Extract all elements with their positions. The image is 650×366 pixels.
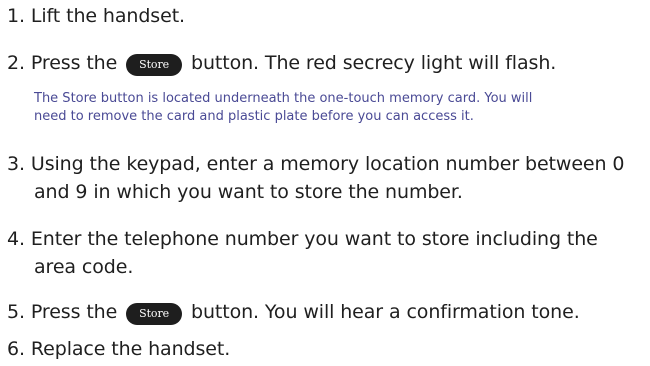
step-text-continued: area code. bbox=[34, 256, 134, 278]
step-number: 2. bbox=[7, 52, 25, 74]
step-5: 5. Press the Store button. You will hear… bbox=[7, 298, 580, 326]
instruction-document: 1. Lift the handset. 2. Press the Store … bbox=[0, 0, 650, 366]
step-text-pre: Press the bbox=[30, 301, 118, 323]
step-number: 3. bbox=[7, 153, 25, 175]
note-line: The Store button is located underneath t… bbox=[34, 91, 533, 106]
step-number: 6. bbox=[7, 338, 25, 360]
step-text-continued: and 9 in which you want to store the num… bbox=[34, 181, 463, 203]
note-line: need to remove the card and plastic plat… bbox=[34, 109, 474, 124]
step-number: 5. bbox=[7, 301, 25, 323]
step-text: Replace the handset. bbox=[30, 338, 231, 360]
step-6: 6. Replace the handset. bbox=[7, 335, 230, 363]
step-text: Using the keypad, enter a memory locatio… bbox=[30, 153, 625, 175]
step-text-post: button. The red secrecy light will flash… bbox=[190, 52, 557, 74]
store-button-note: The Store button is located underneath t… bbox=[34, 90, 532, 126]
step-3: 3. Using the keypad, enter a memory loca… bbox=[7, 150, 624, 206]
store-button-icon: Store bbox=[126, 54, 183, 76]
step-1: 1. Lift the handset. bbox=[7, 2, 185, 30]
step-text: Enter the telephone number you want to s… bbox=[30, 228, 598, 250]
step-text-pre: Press the bbox=[30, 52, 118, 74]
step-number: 1. bbox=[7, 5, 25, 27]
step-2: 2. Press the Store button. The red secre… bbox=[7, 49, 556, 77]
store-button-icon: Store bbox=[126, 303, 183, 325]
step-text-post: button. You will hear a confirmation ton… bbox=[190, 301, 580, 323]
step-number: 4. bbox=[7, 228, 25, 250]
step-4: 4. Enter the telephone number you want t… bbox=[7, 225, 598, 281]
step-text: Lift the handset. bbox=[30, 5, 185, 27]
